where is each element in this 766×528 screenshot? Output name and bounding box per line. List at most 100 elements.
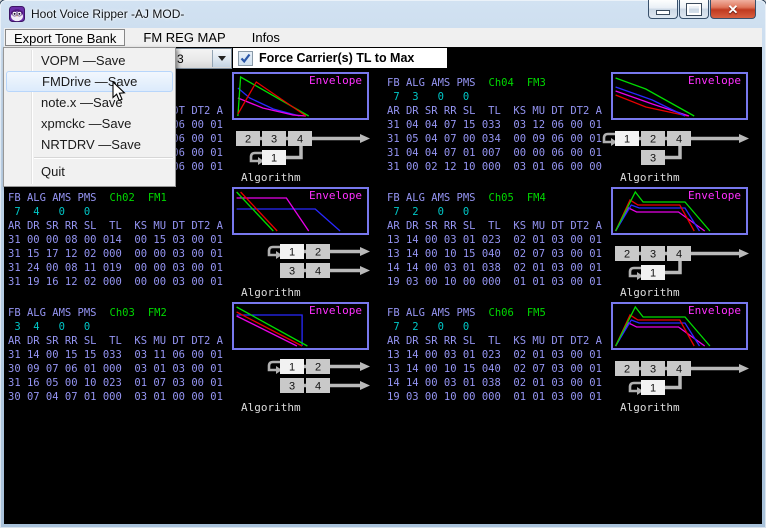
minimize-button[interactable] [648, 0, 678, 19]
combo-dropdown-button[interactable] [212, 50, 230, 67]
chevron-down-icon [218, 56, 226, 61]
close-icon: ✕ [728, 1, 739, 18]
algorithm-caption: Algorithm [241, 286, 301, 299]
envelope-title: Envelope [309, 304, 362, 317]
op-header: AR DR SR RR SL TL KS MU DT DT2 A [387, 335, 602, 347]
close-button[interactable]: ✕ [710, 0, 756, 19]
param-header: FB ALG AMS PMS [387, 307, 476, 319]
menu-item-fmdrive[interactable]: FMDrive —Save [6, 71, 173, 92]
channel-block-ch04: FB ALG AMS PMSCh04FM3 7 3 0 0 AR DR SR R… [383, 72, 761, 187]
op-rows: 31 00 00 08 00 014 00 15 03 00 01 31 15 … [8, 234, 223, 288]
fm-label: FM3 [527, 77, 546, 89]
svg-text:1: 1 [650, 268, 656, 280]
envelope-panel: Envelope [232, 187, 369, 235]
svg-text:1: 1 [289, 247, 295, 259]
channel-block-ch06: FB ALG AMS PMSCh06FM5 7 2 0 0 AR DR SR R… [383, 302, 761, 417]
algorithm-diagram: 2341 [579, 354, 751, 400]
app-icon [9, 6, 25, 22]
op-rows: 31 14 00 15 15 033 03 11 06 00 01 30 09 … [8, 349, 223, 403]
menu-separator [34, 157, 173, 159]
channel-label: Ch03 [110, 307, 135, 319]
fm-label: FM1 [148, 192, 167, 204]
svg-text:1: 1 [650, 383, 656, 395]
menu-item-vopm[interactable]: VOPM —Save [6, 50, 173, 71]
menu-item-notex[interactable]: note.x —Save [6, 92, 173, 113]
envelope-panel: Envelope [611, 72, 748, 120]
param-header: FB ALG AMS PMS [387, 77, 476, 89]
envelope-panel: Envelope [232, 72, 369, 120]
operator-table: FB ALG AMS PMSCh06FM5 7 2 0 0 AR DR SR R… [387, 306, 602, 404]
menubar-fm-reg-map[interactable]: FM REG MAP [133, 29, 235, 46]
svg-text:1: 1 [624, 134, 630, 146]
op-rows: 31 04 04 07 15 033 03 12 06 00 01 31 05 … [387, 119, 602, 173]
combo-value: 3 [177, 52, 184, 66]
channel-block-ch02: FB ALG AMS PMSCh02FM1 7 4 0 0 AR DR SR R… [4, 187, 382, 302]
fm-label: FM2 [148, 307, 167, 319]
minimize-icon [656, 10, 670, 15]
operator-table: FB ALG AMS PMSCh05FM4 7 2 0 0 AR DR SR R… [387, 191, 602, 289]
envelope-title: Envelope [309, 74, 362, 87]
algorithm-diagram: 2 3 4 1 [579, 239, 751, 285]
operator-table: FB ALG AMS PMSCh04FM3 7 3 0 0 AR DR SR R… [387, 76, 602, 174]
svg-text:1: 1 [289, 362, 295, 374]
svg-text:4: 4 [676, 249, 682, 261]
app-window: Hoot Voice Ripper -AJ MOD- ✕ Export Tone… [0, 0, 766, 528]
envelope-title: Envelope [309, 189, 362, 202]
menu-item-xpmckc[interactable]: xpmckc —Save [6, 113, 173, 134]
svg-text:4: 4 [297, 134, 303, 146]
channel-label: Ch02 [110, 192, 135, 204]
svg-text:2: 2 [624, 364, 630, 376]
svg-text:2: 2 [650, 134, 656, 146]
menu-item-quit[interactable]: Quit [6, 161, 173, 182]
envelope-panel: Envelope [611, 302, 748, 350]
svg-text:3: 3 [289, 381, 295, 393]
envelope-title: Envelope [688, 74, 741, 87]
param-values: 7 4 0 0 [8, 206, 90, 218]
svg-text:4: 4 [315, 381, 321, 393]
svg-text:3: 3 [650, 249, 656, 261]
menubar-export-tone-bank[interactable]: Export Tone Bank [5, 29, 125, 46]
menubar-infos[interactable]: Infos [242, 29, 290, 46]
operator-table: FB ALG AMS PMSCh02FM1 7 4 0 0 AR DR SR R… [8, 191, 223, 289]
maximize-button[interactable] [679, 0, 709, 19]
svg-text:2: 2 [315, 247, 321, 259]
algorithm-caption: Algorithm [620, 171, 680, 184]
op-header: AR DR SR RR SL TL KS MU DT DT2 A [8, 335, 223, 347]
svg-text:1: 1 [271, 153, 277, 165]
param-header: FB ALG AMS PMS [8, 192, 97, 204]
svg-text:3: 3 [289, 266, 295, 278]
svg-text:2: 2 [245, 134, 251, 146]
svg-text:3: 3 [650, 153, 656, 165]
param-values: 7 3 0 0 [387, 91, 469, 103]
param-values: 7 2 0 0 [387, 321, 469, 333]
channel-block-ch03: FB ALG AMS PMS Ch03 FM2 3 4 0 0 AR DR SR R… [4, 302, 382, 417]
menu-item-nrtdrv[interactable]: NRTDRV —Save [6, 134, 173, 155]
op-rows: 13 14 00 03 01 023 02 01 03 00 01 13 14 … [387, 349, 602, 403]
param-header: FB ALG AMS PMS [8, 307, 97, 319]
force-carrier-option: Force Carrier(s) TL to Max [233, 48, 447, 68]
param-values: 7 2 0 0 [387, 206, 469, 218]
maximize-icon [687, 4, 701, 15]
force-carrier-checkbox[interactable] [238, 51, 253, 66]
force-carrier-label: Force Carrier(s) TL to Max [259, 51, 414, 65]
channel-label: Ch05 [489, 192, 514, 204]
envelope-title: Envelope [688, 189, 741, 202]
op-header: AR DR SR RR SL TL KS MU DT DT2 A [387, 105, 602, 117]
svg-text:3: 3 [271, 134, 277, 146]
algorithm-diagram: 2 3 4 1 [200, 124, 372, 170]
mouse-cursor [112, 81, 126, 102]
menu-bar: Export Tone Bank FM REG MAP Infos [4, 28, 762, 47]
algorithm-caption: Algorithm [241, 401, 301, 414]
param-values: 3 4 0 0 [8, 321, 90, 333]
title-bar[interactable]: Hoot Voice Ripper -AJ MOD- ✕ [0, 0, 766, 28]
envelope-panel: Envelope [611, 187, 748, 235]
svg-text:2: 2 [624, 249, 630, 261]
algorithm-caption: Algorithm [620, 401, 680, 414]
svg-text:4: 4 [676, 364, 682, 376]
op-header: AR DR SR RR SL TL KS MU DT DT2 A [387, 220, 602, 232]
window-title: Hoot Voice Ripper -AJ MOD- [31, 7, 184, 21]
channel-block-ch05: FB ALG AMS PMSCh05FM4 7 2 0 0 AR DR SR R… [383, 187, 761, 302]
checkmark-icon [240, 53, 251, 64]
svg-text:2: 2 [315, 362, 321, 374]
param-header: FB ALG AMS PMS [387, 192, 476, 204]
